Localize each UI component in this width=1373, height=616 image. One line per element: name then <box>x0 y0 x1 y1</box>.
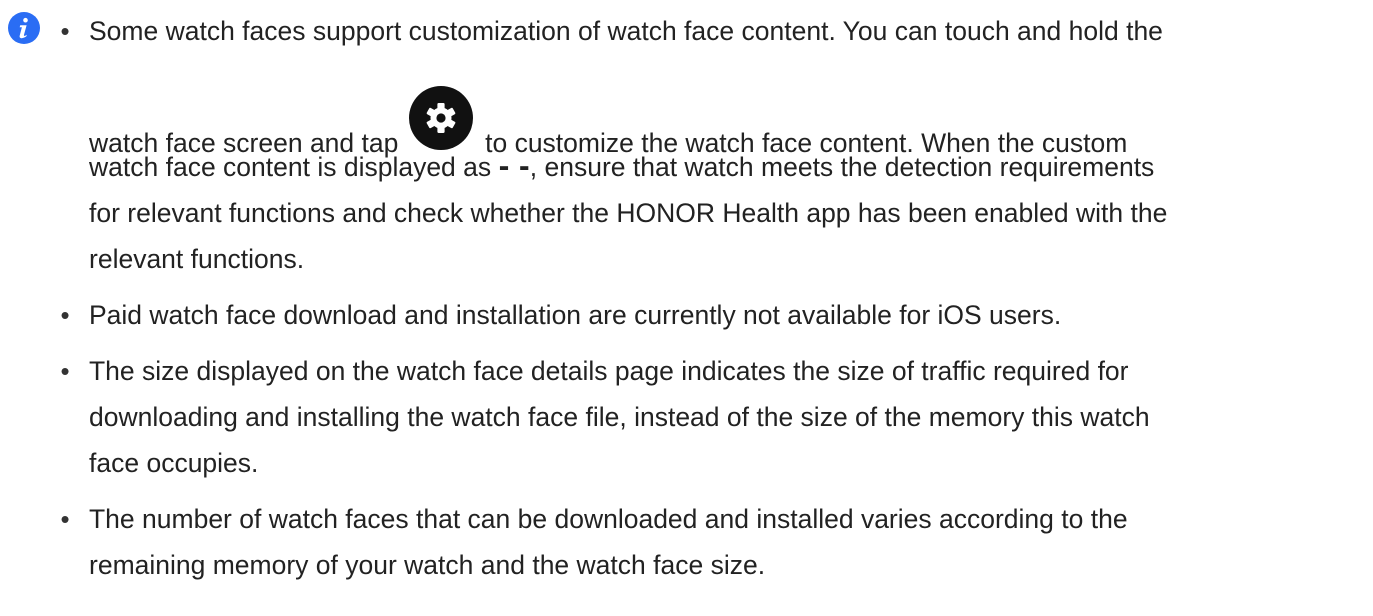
list-item: • The size displayed on the watch face d… <box>52 348 1370 486</box>
text-line: face occupies. <box>89 448 259 478</box>
gear-icon <box>408 84 474 152</box>
bullet-marker: • <box>60 300 70 330</box>
text-line: for relevant functions and check whether… <box>89 198 1168 228</box>
note-block: • Some watch faces support customization… <box>0 0 1373 616</box>
list-item: • The number of watch faces that can be … <box>52 496 1370 588</box>
text-line: downloading and installing the watch fac… <box>89 402 1150 432</box>
list-item: • Paid watch face download and installat… <box>52 292 1370 338</box>
bullet-marker: • <box>60 16 70 46</box>
text-segment: to customize the watch face content. Whe… <box>485 128 1128 158</box>
text-line: Paid watch face download and installatio… <box>89 300 1062 330</box>
info-icon <box>8 12 40 44</box>
text-line: The number of watch faces that can be do… <box>89 504 1128 534</box>
list-item: • Some watch faces support customization… <box>52 8 1370 282</box>
text-line: watch face screen and tap to customize t… <box>89 54 1370 158</box>
text-line: remaining memory of your watch and the w… <box>89 550 766 580</box>
text-line: relevant functions. <box>89 244 305 274</box>
text-line: The size displayed on the watch face det… <box>89 356 1129 386</box>
bullet-marker: • <box>60 356 70 386</box>
text-line: Some watch faces support customization o… <box>89 16 1163 46</box>
text-segment: watch face screen and tap <box>89 128 399 158</box>
bullet-marker: • <box>60 504 70 534</box>
notes-list: • Some watch faces support customization… <box>52 8 1370 588</box>
